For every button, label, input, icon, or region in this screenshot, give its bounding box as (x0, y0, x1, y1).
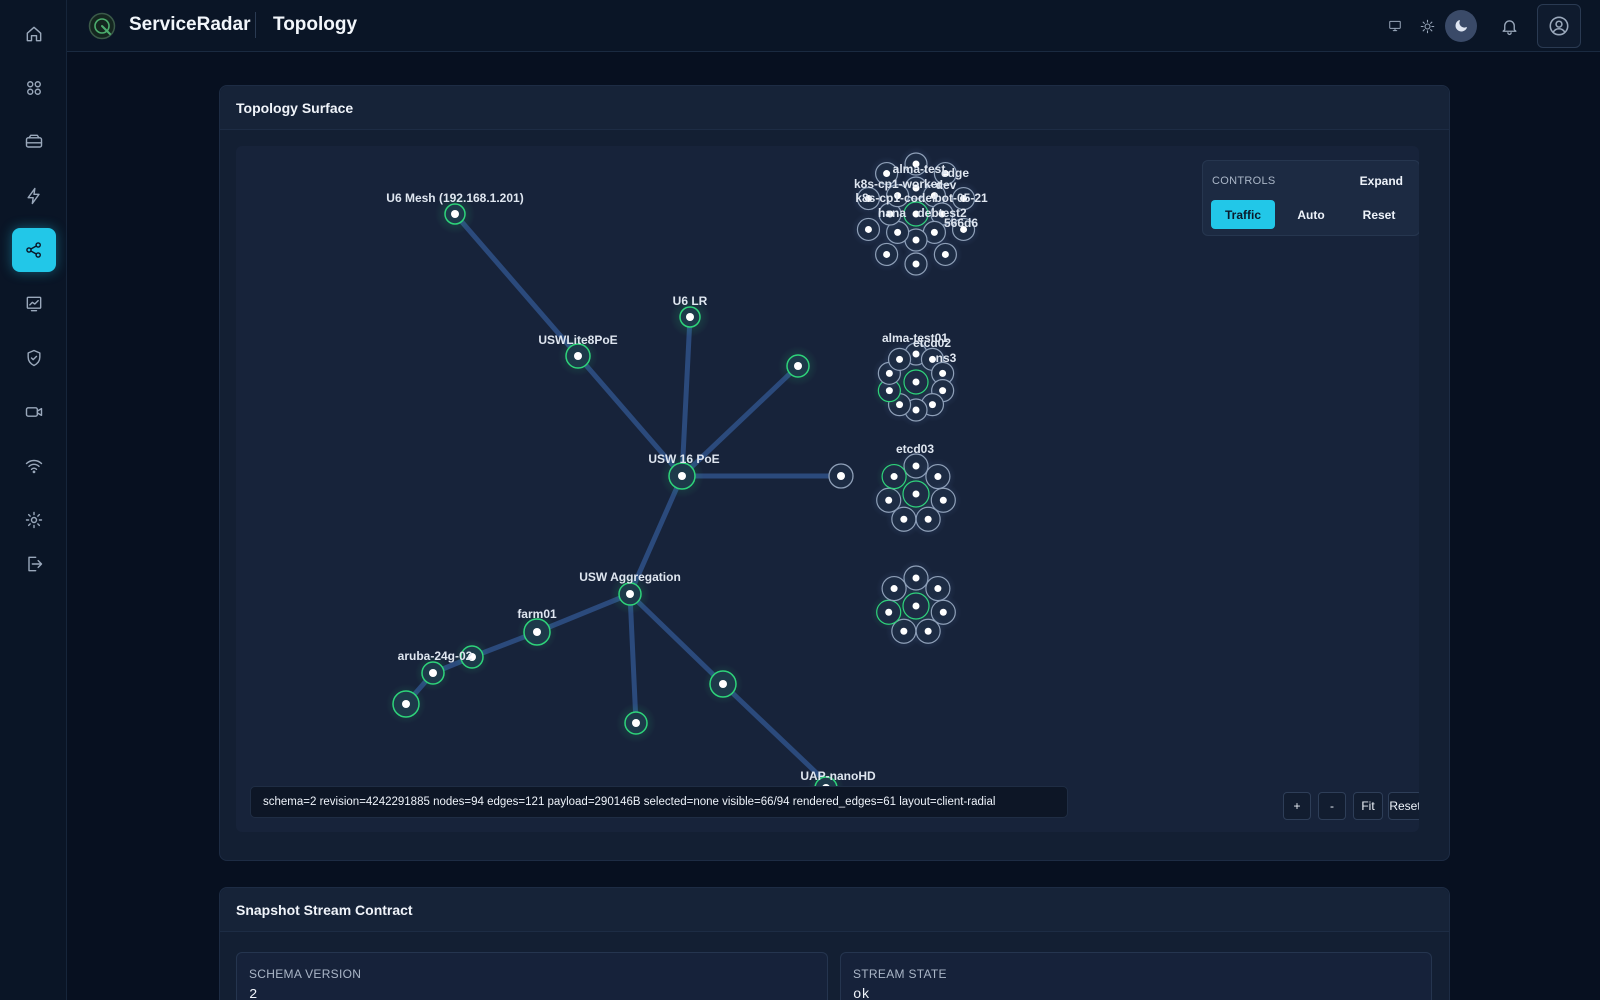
node-label: USW 16 PoE (648, 452, 719, 466)
zoom-fit-button[interactable]: Fit (1353, 792, 1383, 820)
auto-button[interactable]: Auto (1279, 200, 1343, 229)
sign-out-icon (28, 556, 43, 572)
theme-light-button[interactable] (1417, 16, 1437, 36)
app-brand[interactable]: ServiceRadar (129, 14, 250, 36)
header-divider (255, 12, 256, 38)
moon-icon (1455, 20, 1467, 32)
snapshot-stream-title: Snapshot Stream Contract (220, 888, 1449, 932)
sidebar (0, 0, 67, 1000)
node-label: 566d6 (944, 216, 978, 230)
page-title: Topology (273, 14, 358, 35)
cluster-node[interactable] (876, 570, 913, 607)
notifications-button[interactable] (1497, 14, 1521, 38)
topology-share-icon (26, 242, 41, 258)
node-label: UAP-nanoHD (800, 769, 876, 783)
node-label: hana (878, 206, 906, 220)
zoom-out-button[interactable]: - (1318, 792, 1346, 820)
topology-edges (403, 211, 844, 785)
wifi-icon (25, 459, 43, 474)
devices-icon (25, 134, 43, 148)
cluster-node[interactable] (899, 247, 933, 281)
sidebar-item-wifi[interactable] (12, 444, 56, 488)
node-label: farm01 (517, 607, 557, 621)
topology-controls: CONTROLS Expand Traffic Auto Reset (1202, 160, 1419, 236)
reset-layout-button[interactable]: Reset (1347, 200, 1411, 229)
sidebar-item-cameras[interactable] (12, 390, 56, 434)
node-unlabeled-gray[interactable] (828, 463, 854, 489)
monitor-icon (1389, 20, 1401, 32)
sidebar-item-dashboard[interactable] (12, 66, 56, 110)
events-bolt-icon (27, 187, 40, 205)
topology-surface-title: Topology Surface (220, 86, 1449, 130)
user-circle-icon (1549, 16, 1569, 36)
zoom-in-button[interactable]: + (1283, 792, 1311, 820)
sidebar-item-topology[interactable] (12, 228, 56, 272)
sidebar-item-home[interactable] (12, 12, 56, 56)
zoom-reset-button[interactable]: Reset (1388, 792, 1419, 820)
analytics-chart-icon (26, 296, 42, 312)
schema-version-label: SCHEMA VERSION (249, 967, 362, 981)
sidebar-item-sign-out[interactable] (12, 542, 56, 586)
node-label: k8s-cp1-coder (855, 191, 937, 205)
bell-icon (1501, 19, 1517, 35)
node-label: USW Aggregation (579, 570, 681, 584)
topology-canvas[interactable]: U6 Mesh (192.168.1.201) U6 LR USWLite8Po… (236, 146, 1419, 832)
node-aruba-leaf[interactable] (386, 684, 426, 724)
cluster-node[interactable] (882, 342, 917, 377)
stream-state-label: STREAM STATE (853, 967, 947, 981)
camera-icon (25, 407, 43, 417)
node-label: bot-05-21 (934, 191, 988, 205)
topology-surface-panel: Topology Surface U6 Mesh (192.168.1.201)… (219, 85, 1450, 861)
sidebar-item-events[interactable] (12, 174, 56, 218)
home-icon (26, 26, 42, 42)
node-label: alma-test (893, 162, 946, 176)
stream-state-value: ok (853, 987, 870, 1000)
schema-version-value: 2 (249, 987, 258, 1000)
node-label: dev (936, 178, 957, 192)
node-label: aruba-24g-02 (398, 649, 473, 663)
shield-check-icon (27, 349, 41, 367)
user-menu-button[interactable] (1537, 4, 1581, 48)
node-label: U6 LR (673, 294, 708, 308)
node-label: etcd03 (896, 442, 934, 456)
node-agg-mid[interactable] (703, 664, 743, 704)
topology-nodes[interactable] (386, 194, 854, 806)
settings-gear-icon (25, 511, 43, 529)
cluster-node[interactable] (876, 458, 913, 495)
cluster-node[interactable] (928, 237, 963, 272)
edge (720, 681, 829, 785)
snapshot-stream-panel: Snapshot Stream Contract SCHEMA VERSION … (219, 887, 1450, 1000)
theme-system-button[interactable] (1385, 16, 1405, 36)
sidebar-item-security[interactable] (12, 336, 56, 380)
topology-graph[interactable]: U6 Mesh (192.168.1.201) U6 LR USWLite8Po… (236, 146, 1419, 832)
node-label: U6 Mesh (192.168.1.201) (386, 191, 523, 205)
node-label: USWLite8PoE (538, 333, 617, 347)
sidebar-item-devices[interactable] (12, 120, 56, 164)
servicerradar-logo-icon (88, 12, 116, 40)
schema-version-card: SCHEMA VERSION 2 (236, 952, 828, 1000)
theme-dark-button[interactable] (1445, 10, 1477, 42)
topology-status-bar: schema=2 revision=4242291885 nodes=94 ed… (250, 786, 1068, 818)
node-label: ns3 (936, 351, 957, 365)
sun-icon (1420, 19, 1434, 33)
dashboard-grid-icon (27, 81, 41, 95)
node-label: k8s-cp1-worker (854, 177, 942, 191)
node-agg-leaf[interactable] (616, 703, 656, 743)
node-unlabeled-ap[interactable] (778, 346, 818, 386)
sidebar-item-analytics[interactable] (12, 282, 56, 326)
sidebar-item-settings[interactable] (12, 498, 56, 542)
controls-title: CONTROLS (1212, 175, 1276, 187)
top-header: ServiceRadar Topology (67, 0, 1600, 52)
expand-button[interactable]: Expand (1360, 174, 1403, 188)
node-label: etcd02 (913, 336, 951, 350)
stream-state-card: STREAM STATE ok (840, 952, 1432, 1000)
traffic-button[interactable]: Traffic (1211, 200, 1275, 229)
